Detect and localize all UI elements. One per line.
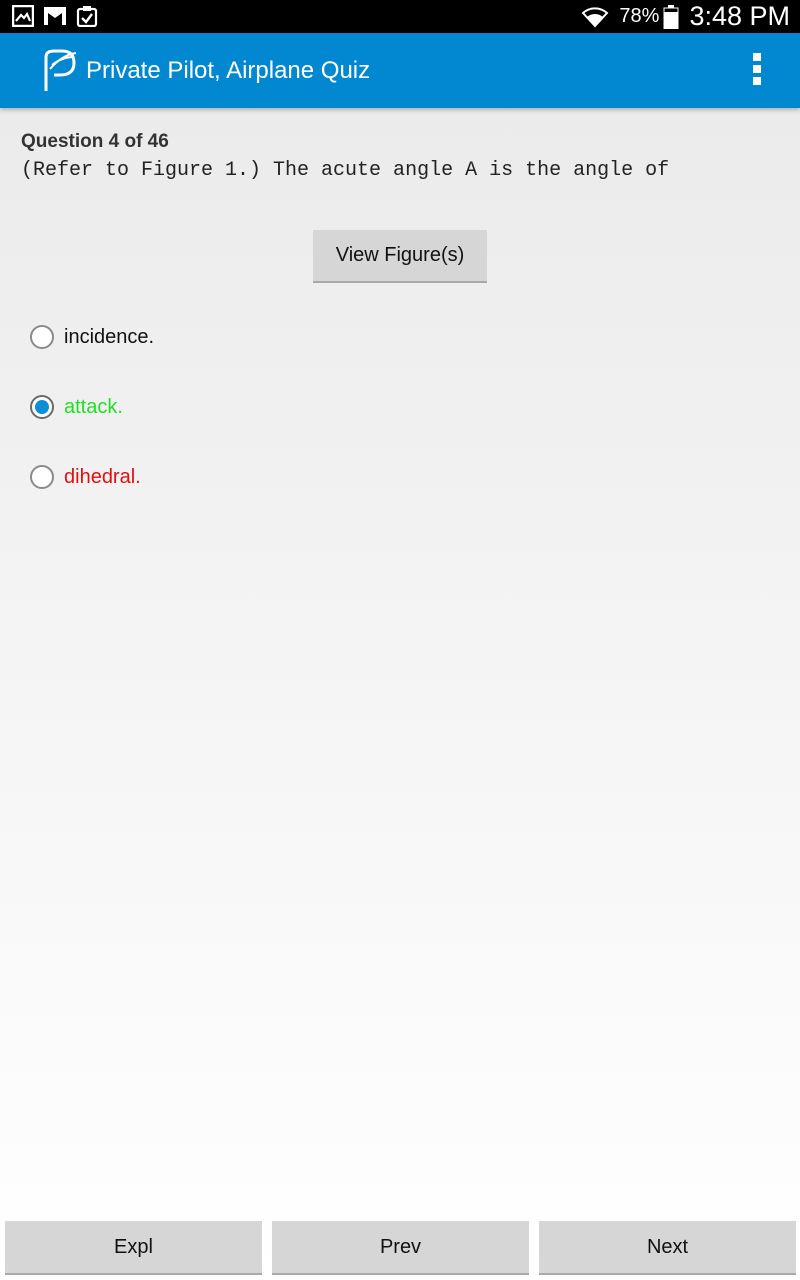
overflow-menu-icon[interactable] (746, 53, 768, 89)
answer-label: attack. (64, 395, 123, 418)
clock: 3:48 PM (689, 1, 790, 31)
answer-label: dihedral. (64, 465, 141, 488)
expl-button[interactable]: Expl (5, 1221, 262, 1275)
next-button[interactable]: Next (539, 1221, 796, 1275)
answer-label: incidence. (64, 325, 155, 348)
gallery-icon (12, 5, 34, 27)
radio-button[interactable] (30, 325, 54, 349)
clipboard-check-icon (76, 6, 98, 27)
status-bar: 78% 3:48 PM (0, 0, 800, 33)
answer-option-dihedral[interactable]: dihedral. (30, 462, 141, 492)
question-text: (Refer to Figure 1.) The acute angle A i… (21, 159, 670, 182)
battery-percent: 78% (619, 5, 660, 27)
answer-option-attack[interactable]: attack. (30, 392, 123, 422)
app-logo-icon (44, 49, 77, 91)
wifi-icon (581, 6, 609, 27)
prev-button[interactable]: Prev (272, 1221, 529, 1275)
answer-option-incidence[interactable]: incidence. (30, 322, 154, 352)
view-figure-button[interactable]: View Figure(s) (313, 230, 487, 283)
gmail-icon (44, 7, 66, 25)
radio-button[interactable] (30, 465, 54, 489)
app-title: Private Pilot, Airplane Quiz (86, 57, 371, 84)
radio-button-selected[interactable] (30, 395, 54, 419)
question-number: Question 4 of 46 (21, 131, 169, 152)
app-bar: Private Pilot, Airplane Quiz (0, 33, 800, 108)
battery-icon (663, 4, 679, 29)
